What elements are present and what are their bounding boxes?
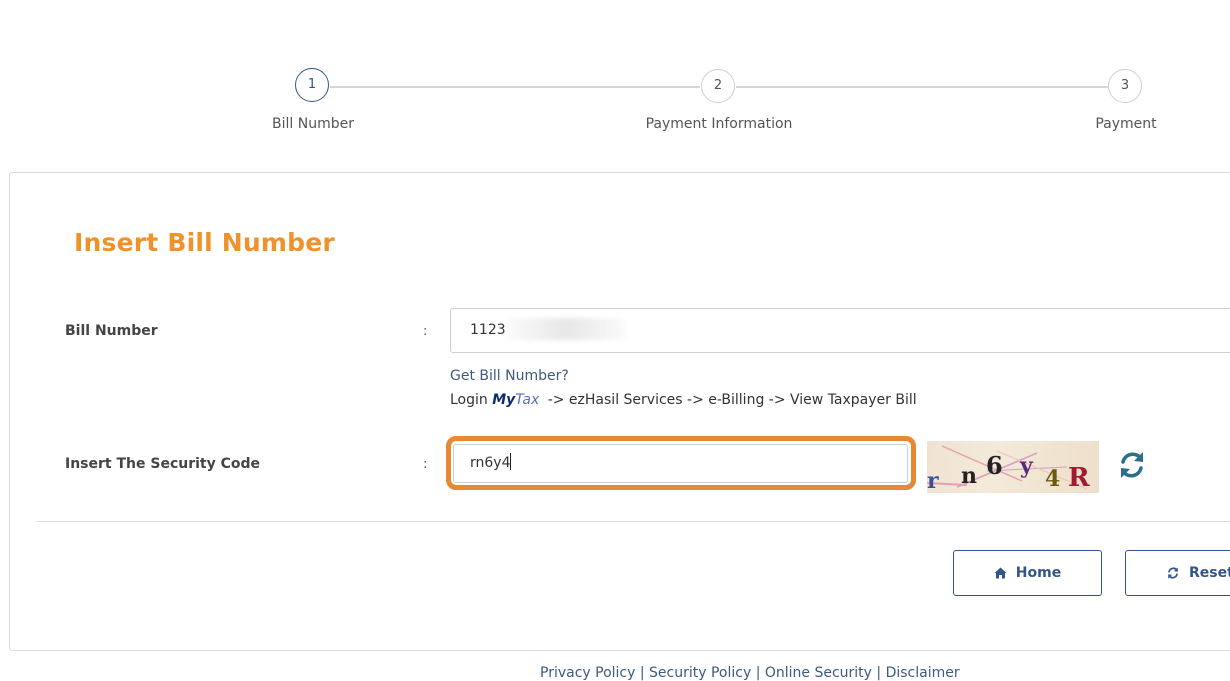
form-divider xyxy=(37,521,1230,522)
bill-number-label: Bill Number xyxy=(65,323,158,339)
progress-stepper: 1 Bill Number 2 Payment Information 3 Pa… xyxy=(0,0,1230,150)
step-1-indicator: 1 xyxy=(295,68,329,102)
home-icon xyxy=(994,567,1007,579)
redacted-region xyxy=(507,318,625,340)
home-button[interactable]: Home xyxy=(953,550,1102,596)
get-bill-number-link[interactable]: Get Bill Number? xyxy=(450,368,569,384)
step-1-label: Bill Number xyxy=(272,116,354,132)
bill-number-separator: : xyxy=(423,324,428,339)
mytax-logo: MyTax xyxy=(492,392,540,408)
step-2-indicator: 2 xyxy=(701,69,735,103)
stepper-connector xyxy=(330,86,700,88)
security-code-input[interactable]: rn6y4 xyxy=(453,444,908,483)
help-instructions: Login MyTax -> ezHasil Services -> e-Bil… xyxy=(450,392,917,408)
page-title: Insert Bill Number xyxy=(74,228,335,257)
captcha-char: R xyxy=(1068,463,1090,493)
refresh-captcha-icon[interactable] xyxy=(1116,449,1148,481)
bill-number-value: 1123 xyxy=(470,322,506,338)
reset-button[interactable]: Reset xyxy=(1125,550,1230,596)
captcha-char: r xyxy=(927,468,939,493)
stepper-connector xyxy=(736,86,1108,88)
text-cursor xyxy=(510,453,512,470)
captcha-char: y xyxy=(1020,453,1033,479)
captcha-image: r n 6 y 4 R xyxy=(927,441,1099,493)
help-path-text: -> ezHasil Services -> e-Billing -> View… xyxy=(547,392,917,408)
captcha-char: 4 xyxy=(1045,466,1061,492)
captcha-char: 6 xyxy=(986,451,1003,480)
captcha-char: n xyxy=(961,463,977,489)
step-3-label: Payment xyxy=(1095,116,1157,132)
refresh-icon xyxy=(1168,567,1178,579)
footer-links[interactable]: Privacy Policy | Security Policy | Onlin… xyxy=(540,665,960,681)
security-code-label: Insert The Security Code xyxy=(65,456,261,472)
security-code-separator: : xyxy=(423,457,428,472)
reset-button-label: Reset xyxy=(1189,565,1230,581)
step-2-label: Payment Information xyxy=(645,116,793,132)
help-login-text: Login xyxy=(450,392,488,408)
home-button-label: Home xyxy=(1015,565,1062,581)
security-code-value: rn6y4 xyxy=(470,455,511,471)
step-3-indicator: 3 xyxy=(1108,69,1142,103)
